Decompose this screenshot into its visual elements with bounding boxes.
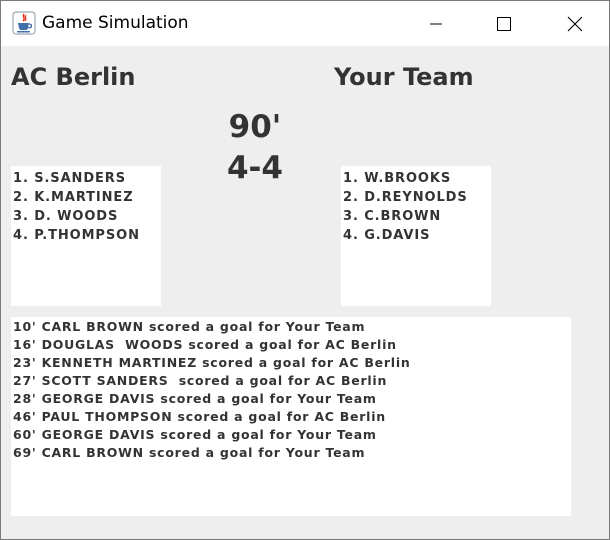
home-team-name: AC Berlin <box>11 63 136 91</box>
window-title: Game Simulation <box>42 13 189 33</box>
away-player: 1. W.BROOKS <box>343 171 452 186</box>
goal-events-log: 10' CARL BROWN scored a goal for Your Te… <box>11 317 571 516</box>
match-time: 90' <box>228 109 282 145</box>
goal-event: 69' CARL BROWN scored a goal for Your Te… <box>13 445 366 460</box>
away-lineup-list: 1. W.BROOKS 2. D.REYNOLDS 3. C.BROWN 4. … <box>341 166 491 306</box>
away-team-name: Your Team <box>334 63 474 91</box>
home-player: 3. D. WOODS <box>13 209 119 224</box>
goal-event: 23' KENNETH MARTINEZ scored a goal for A… <box>13 355 411 370</box>
close-button[interactable] <box>552 1 598 46</box>
home-lineup-list: 1. S.SANDERS 2. K.MARTINEZ 3. D. WOODS 4… <box>11 166 161 306</box>
away-player: 3. C.BROWN <box>343 209 442 224</box>
game-simulation-window: Game Simulation AC Berlin Your Team 90' … <box>0 0 610 540</box>
maximize-icon <box>497 16 511 31</box>
java-cup-icon <box>12 11 36 35</box>
title-bar[interactable]: Game Simulation <box>1 1 609 46</box>
away-player: 4. G.DAVIS <box>343 228 431 243</box>
maximize-button[interactable] <box>481 1 527 46</box>
away-player: 2. D.REYNOLDS <box>343 190 468 205</box>
game-panel: AC Berlin Your Team 90' 4-4 1. S.SANDERS… <box>1 46 609 539</box>
home-player: 1. S.SANDERS <box>13 171 126 186</box>
goal-event: 10' CARL BROWN scored a goal for Your Te… <box>13 319 366 334</box>
goal-event: 60' GEORGE DAVIS scored a goal for Your … <box>13 427 377 442</box>
goal-event: 46' PAUL THOMPSON scored a goal for AC B… <box>13 409 386 424</box>
match-score: 4-4 <box>226 150 283 186</box>
home-player: 2. K.MARTINEZ <box>13 190 134 205</box>
goal-event: 27' SCOTT SANDERS scored a goal for AC B… <box>13 373 388 388</box>
minimize-icon <box>430 23 442 24</box>
goal-event: 28' GEORGE DAVIS scored a goal for Your … <box>13 391 377 406</box>
home-player: 4. P.THOMPSON <box>13 228 140 243</box>
close-icon <box>567 16 583 31</box>
goal-event: 16' DOUGLAS WOODS scored a goal for AC B… <box>13 337 397 352</box>
minimize-button[interactable] <box>413 1 459 46</box>
